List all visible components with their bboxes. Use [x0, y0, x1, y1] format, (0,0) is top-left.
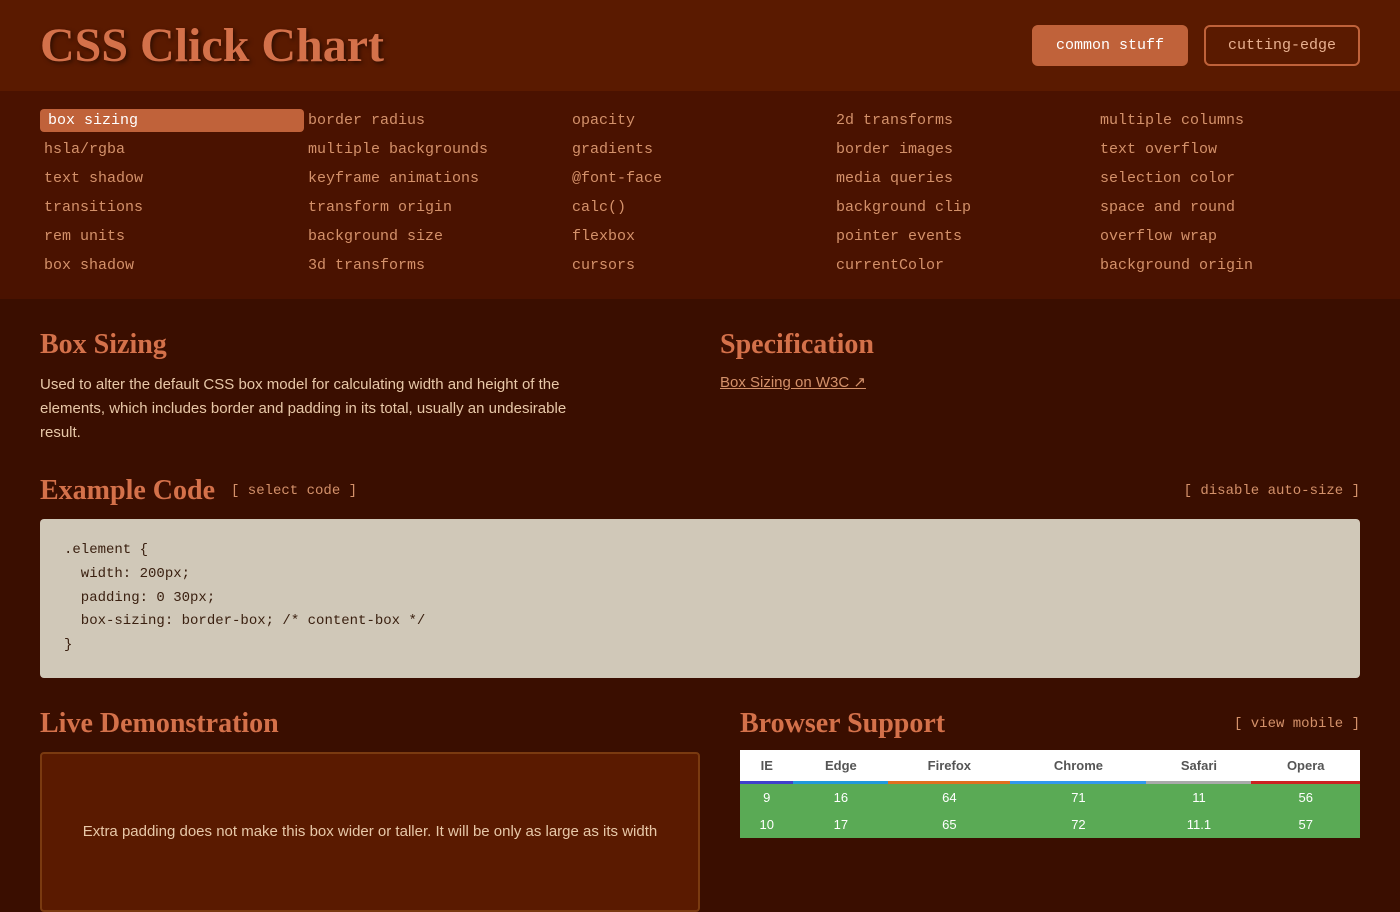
nav-grid: box sizingborder radiusopacity2d transfo…: [0, 91, 1400, 299]
feature-description: Used to alter the default CSS box model …: [40, 373, 600, 445]
browser-cell: 72: [1010, 811, 1146, 838]
nav-item-2d-transforms[interactable]: 2d transforms: [832, 109, 1096, 132]
browser-header-safari: Safari: [1146, 750, 1251, 783]
browser-cell: 16: [793, 782, 888, 811]
live-demo-column: Live Demonstration Extra padding does no…: [40, 708, 700, 912]
header-buttons: common stuff cutting-edge: [1032, 25, 1360, 66]
code-content: .element { width: 200px; padding: 0 30px…: [64, 539, 1336, 658]
browser-cell: 9: [740, 782, 793, 811]
nav-item-flexbox[interactable]: flexbox: [568, 225, 832, 248]
nav-item-gradients[interactable]: gradients: [568, 138, 832, 161]
nav-item-text-shadow[interactable]: text shadow: [40, 167, 304, 190]
browser-support-table: IE Edge Firefox Chrome Safari Opera 9166…: [740, 750, 1360, 838]
browser-cell: 11.1: [1146, 811, 1251, 838]
spec-title: Specification: [720, 329, 1360, 361]
nav-item-box-sizing[interactable]: box sizing: [40, 109, 304, 132]
description-column: Box Sizing Used to alter the default CSS…: [40, 329, 680, 445]
nav-item-keyframe-animations[interactable]: keyframe animations: [304, 167, 568, 190]
nav-item-multiple-backgrounds[interactable]: multiple backgrounds: [304, 138, 568, 161]
browser-support-title: Browser Support: [740, 708, 945, 740]
disable-auto-size-link[interactable]: [ disable auto-size ]: [1184, 483, 1360, 499]
select-code-link[interactable]: [ select code ]: [231, 483, 357, 499]
nav-item-border-radius[interactable]: border radius: [304, 109, 568, 132]
browser-header-edge: Edge: [793, 750, 888, 783]
browser-support-header: Browser Support [ view mobile ]: [740, 708, 1360, 740]
bottom-row: Live Demonstration Extra padding does no…: [40, 708, 1360, 912]
main-content: Box Sizing Used to alter the default CSS…: [0, 299, 1400, 912]
nav-item-background-origin[interactable]: background origin: [1096, 254, 1360, 277]
browser-header-ie: IE: [740, 750, 793, 783]
example-code-header: Example Code [ select code ] [ disable a…: [40, 475, 1360, 507]
nav-item-hsla/rgba[interactable]: hsla/rgba: [40, 138, 304, 161]
browser-cell: 64: [888, 782, 1010, 811]
browser-header-firefox: Firefox: [888, 750, 1010, 783]
nav-item-background-size[interactable]: background size: [304, 225, 568, 248]
nav-item-calc()[interactable]: calc(): [568, 196, 832, 219]
example-code-title: Example Code: [40, 475, 215, 507]
common-stuff-button[interactable]: common stuff: [1032, 25, 1188, 66]
nav-item-background-clip[interactable]: background clip: [832, 196, 1096, 219]
info-row: Box Sizing Used to alter the default CSS…: [40, 329, 1360, 445]
nav-item-border-images[interactable]: border images: [832, 138, 1096, 161]
browser-cell: 71: [1010, 782, 1146, 811]
demo-text: Extra padding does not make this box wid…: [83, 820, 657, 844]
spec-link[interactable]: Box Sizing on W3C ↗: [720, 374, 866, 391]
browser-cell: 11: [1146, 782, 1251, 811]
browser-header-chrome: Chrome: [1010, 750, 1146, 783]
nav-item-currentColor[interactable]: currentColor: [832, 254, 1096, 277]
nav-item-3d-transforms[interactable]: 3d transforms: [304, 254, 568, 277]
feature-title: Box Sizing: [40, 329, 680, 361]
browser-cell: 57: [1251, 811, 1360, 838]
nav-item-media-queries[interactable]: media queries: [832, 167, 1096, 190]
nav-item-rem-units[interactable]: rem units: [40, 225, 304, 248]
nav-item-text-overflow[interactable]: text overflow: [1096, 138, 1360, 161]
nav-item-cursors[interactable]: cursors: [568, 254, 832, 277]
nav-item-selection-color[interactable]: selection color: [1096, 167, 1360, 190]
browser-cell: 65: [888, 811, 1010, 838]
header: CSS Click Chart common stuff cutting-edg…: [0, 0, 1400, 91]
nav-item-multiple-columns[interactable]: multiple columns: [1096, 109, 1360, 132]
browser-cell: 56: [1251, 782, 1360, 811]
browser-header-opera: Opera: [1251, 750, 1360, 783]
code-block: .element { width: 200px; padding: 0 30px…: [40, 519, 1360, 678]
view-mobile-link[interactable]: [ view mobile ]: [1234, 716, 1360, 732]
live-demo-title: Live Demonstration: [40, 708, 700, 740]
demo-container: Extra padding does not make this box wid…: [40, 752, 700, 912]
nav-item-pointer-events[interactable]: pointer events: [832, 225, 1096, 248]
nav-item-@font-face[interactable]: @font-face: [568, 167, 832, 190]
browser-cell: 17: [793, 811, 888, 838]
cutting-edge-button[interactable]: cutting-edge: [1204, 25, 1360, 66]
site-title: CSS Click Chart: [40, 18, 384, 73]
nav-item-transform-origin[interactable]: transform origin: [304, 196, 568, 219]
example-code-left: Example Code [ select code ]: [40, 475, 357, 507]
nav-item-space-and-round[interactable]: space and round: [1096, 196, 1360, 219]
nav-item-transitions[interactable]: transitions: [40, 196, 304, 219]
nav-item-opacity[interactable]: opacity: [568, 109, 832, 132]
specification-column: Specification Box Sizing on W3C ↗: [720, 329, 1360, 445]
nav-item-overflow-wrap[interactable]: overflow wrap: [1096, 225, 1360, 248]
nav-item-box-shadow[interactable]: box shadow: [40, 254, 304, 277]
browser-cell: 10: [740, 811, 793, 838]
browser-support-column: Browser Support [ view mobile ] IE Edge …: [740, 708, 1360, 912]
